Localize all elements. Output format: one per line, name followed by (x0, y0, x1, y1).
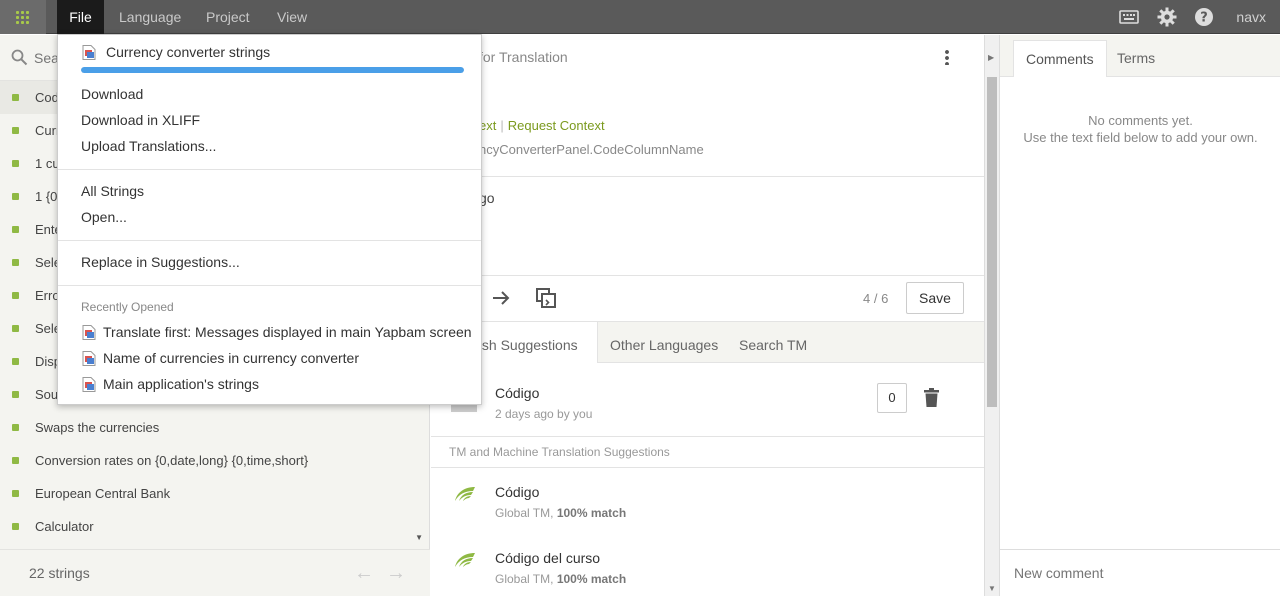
string-label: Calculator (35, 519, 94, 534)
list-item[interactable]: European Central Bank (0, 477, 428, 510)
status-dot-icon (12, 160, 19, 167)
file-progress-bar (81, 67, 464, 73)
status-dot-icon (12, 94, 19, 101)
status-dot-icon (12, 424, 19, 431)
menu-language[interactable]: Language (119, 0, 181, 34)
tm-suggestion-text[interactable]: Código (495, 484, 539, 500)
tm-suggestion-meta: Global TM, 100% match (495, 572, 627, 586)
new-comment-input[interactable] (1000, 549, 1280, 596)
help-icon[interactable]: ? (1194, 7, 1214, 27)
string-label: Swaps the currencies (35, 420, 160, 435)
apps-grid-icon (15, 10, 30, 25)
gear-icon[interactable] (1157, 7, 1177, 27)
strings-count: 22 strings (29, 565, 90, 581)
recent-section-label: Recently Opened (81, 300, 174, 314)
no-comments-message: No comments yet. Use the text field belo… (1023, 113, 1258, 145)
string-position: 4 / 6 (863, 291, 889, 306)
status-dot-icon (12, 457, 19, 464)
status-dot-icon (12, 391, 19, 398)
comments-tabs: Comments Terms (1000, 35, 1280, 77)
tab-terms[interactable]: Terms (1117, 40, 1155, 77)
tm-suggestion-text[interactable]: Código del curso (495, 550, 600, 566)
status-dot-icon (12, 523, 19, 530)
file-icon (82, 325, 96, 340)
menu-file[interactable]: File (57, 0, 104, 34)
recent-file[interactable]: Main application's strings (103, 376, 259, 392)
save-button[interactable]: Save (906, 282, 964, 314)
string-key: ncyConverterPanel.CodeColumnName (479, 142, 704, 157)
scroll-down-icon[interactable]: ▼ (988, 584, 996, 593)
copy-source-icon[interactable] (535, 287, 557, 309)
comments-panel: Comments Terms No comments yet. Use the … (999, 35, 1280, 596)
next-page-icon[interactable]: → (386, 562, 406, 585)
panel-title: for Translation (479, 49, 568, 65)
status-dot-icon (12, 193, 19, 200)
menu-download-xliff[interactable]: Download in XLIFF (81, 112, 200, 128)
menu-open[interactable]: Open... (81, 209, 127, 225)
more-options-icon[interactable] (945, 49, 949, 65)
scroll-up-icon[interactable]: ▶ (988, 53, 994, 62)
request-context-link[interactable]: Request Context (508, 118, 605, 133)
menu-download[interactable]: Download (81, 86, 143, 102)
recent-file[interactable]: Name of currencies in currency converter (103, 350, 359, 366)
menu-view[interactable]: View (277, 0, 307, 34)
status-dot-icon (12, 358, 19, 365)
global-tm-logo-icon (455, 553, 475, 567)
user-menu[interactable]: navx (1236, 0, 1266, 34)
strings-footer: 22 strings ← → (0, 549, 430, 596)
user-suggestion-text[interactable]: Código (495, 385, 539, 401)
trash-icon[interactable] (923, 388, 940, 408)
apps-menu-button[interactable] (0, 0, 46, 34)
menu-project[interactable]: Project (206, 0, 250, 34)
global-tm-logo-icon (455, 487, 475, 501)
search-icon (11, 49, 28, 66)
status-dot-icon (12, 127, 19, 134)
suggestion-tabs: nish Suggestions Other Languages Search … (431, 321, 984, 363)
file-icon (82, 45, 96, 60)
menu-all-strings[interactable]: All Strings (81, 183, 144, 199)
string-label: Conversion rates on {0,date,long} {0,tim… (35, 453, 309, 468)
tab-search-tm[interactable]: Search TM (739, 322, 807, 363)
svg-text:?: ? (1200, 11, 1208, 26)
file-icon (82, 351, 96, 366)
translation-toolbar: 4 / 6 Save (431, 276, 984, 320)
status-dot-icon (12, 292, 19, 299)
string-label: European Central Bank (35, 486, 171, 501)
tab-comments[interactable]: Comments (1013, 40, 1107, 77)
top-bar: File Language Project View ? navx (0, 0, 1280, 34)
file-icon (82, 377, 96, 392)
list-item[interactable]: Swaps the currencies (0, 411, 428, 444)
tab-other-languages[interactable]: Other Languages (610, 322, 718, 363)
scrollbar-thumb[interactable] (987, 77, 997, 407)
status-dot-icon (12, 259, 19, 266)
list-scroll-down-icon[interactable]: ▼ (415, 533, 423, 542)
list-item[interactable]: Conversion rates on {0,date,long} {0,tim… (0, 444, 428, 477)
context-links: ext | Request Context (479, 118, 605, 133)
tm-suggestion-meta: Global TM, 100% match (495, 506, 627, 520)
current-file[interactable]: Currency converter strings (106, 44, 270, 60)
center-scrollbar[interactable]: ▶ ▼ (984, 35, 999, 596)
translation-panel: for Translation ext | Request Context ncyC… (431, 35, 984, 596)
menu-replace-in-suggestions[interactable]: Replace in Suggestions... (81, 254, 240, 270)
menu-upload-translations[interactable]: Upload Translations... (81, 138, 216, 154)
user-suggestion-meta: 2 days ago by you (495, 407, 593, 421)
status-dot-icon (12, 325, 19, 332)
vote-count[interactable]: 0 (877, 383, 907, 413)
list-item[interactable]: Calculator (0, 510, 428, 543)
recent-file[interactable]: Translate first: Messages displayed in m… (103, 324, 472, 340)
tm-section-header: TM and Machine Translation Suggestions (449, 445, 670, 459)
status-dot-icon (12, 490, 19, 497)
file-menu-dropdown: Currency converter strings Download Down… (57, 34, 482, 405)
keyboard-icon[interactable] (1119, 7, 1139, 27)
prev-page-icon[interactable]: ← (354, 562, 374, 585)
arrow-right-icon[interactable] (490, 287, 512, 309)
status-dot-icon (12, 226, 19, 233)
